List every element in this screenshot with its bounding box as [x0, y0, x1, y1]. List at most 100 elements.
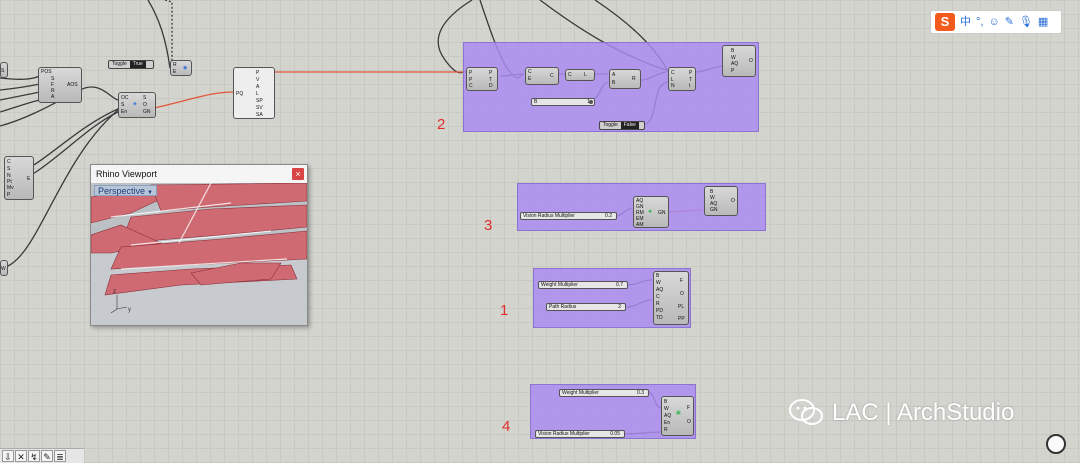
mid-left-input-4: Mv — [7, 185, 14, 191]
g2-c5-in-0: C — [671, 70, 675, 76]
toolbox-icon[interactable]: ▦ — [1038, 15, 1048, 29]
g2-toggle-label: Toggle — [603, 122, 618, 128]
agent-input-4: A — [51, 94, 55, 100]
g3-c1-out: GN — [658, 210, 666, 216]
viewport-scene[interactable]: z y — [91, 183, 307, 325]
g1-out-0: F — [680, 278, 684, 284]
g4-slider-vision-radius[interactable]: Vision Radius Multiplier 0.05 — [535, 430, 625, 438]
g1-in-2: AQ — [656, 287, 664, 293]
mid-left-component[interactable]: C S N Pt Mv P E — [4, 156, 34, 200]
g2-slider-knob[interactable] — [589, 100, 593, 104]
g4-in-1: W — [664, 406, 669, 412]
group-number-2: 2 — [437, 116, 446, 133]
download-icon[interactable]: ⇩ — [2, 450, 14, 462]
sogou-logo-icon[interactable]: S — [935, 13, 955, 31]
close-icon[interactable]: × — [292, 168, 304, 180]
agent-input-0: POS — [41, 69, 52, 75]
g4-avoid-component[interactable]: B W AQ En R ▣ F O — [661, 396, 694, 436]
g2-c1-in-0: P — [469, 70, 473, 76]
close-canvas-icon[interactable]: ✕ — [15, 450, 27, 462]
edge-component-bottom[interactable]: W — [0, 260, 8, 276]
output-input: PQ — [236, 91, 244, 97]
group-number-3: 3 — [484, 217, 493, 234]
g3-vision-component[interactable]: AQ GN RM EM AM ✚ GN — [633, 196, 669, 228]
viewport-titlebar[interactable]: Rhino Viewport — [91, 165, 307, 183]
mid-left-input-0: C — [7, 159, 11, 165]
mid-left-output: E — [27, 176, 31, 182]
g1-out-2: PL — [678, 304, 685, 310]
g2-multiply-component[interactable]: A B R — [609, 69, 641, 89]
brush-icon[interactable]: ✎ — [41, 450, 53, 462]
g3-c1-in-4: AM — [636, 222, 644, 228]
navigation-orb-icon[interactable] — [1046, 434, 1066, 454]
g2-toggle-value[interactable]: False — [620, 122, 639, 129]
g2-behavior-component[interactable]: B W AQ P O — [722, 45, 756, 77]
g4-slider1-label: Weight Multiplier — [562, 390, 599, 396]
g1-in-5: PD — [656, 308, 663, 314]
g2-c3-label-0: C — [568, 72, 572, 78]
g1-slider-path-radius[interactable]: Path Radius 2 — [546, 303, 626, 311]
output-pin-1: V — [256, 77, 260, 83]
g2-divide-component[interactable]: C L N P T t — [668, 67, 696, 91]
g1-in-0: B — [656, 273, 660, 279]
g1-slider-weight[interactable]: Weight Multiplier 0.7 — [538, 281, 628, 289]
output-pin-4: SP — [256, 98, 263, 104]
group-number-1: 1 — [500, 302, 509, 319]
viewer-component[interactable]: OC S En S O GN ◈ — [118, 92, 156, 118]
output-pin-0: P — [256, 70, 260, 76]
g3-behavior-component[interactable]: B W AQ GN O — [704, 186, 738, 216]
g2-c6-in-0: B — [731, 48, 735, 54]
edge-component-top[interactable]: S — [0, 62, 8, 78]
wire-icon[interactable]: ↯ — [28, 450, 40, 462]
g2-slider[interactable]: B 1 — [531, 98, 595, 106]
g1-slider1-value: 0.7 — [616, 282, 623, 288]
group-2[interactable]: P P C P T D C E C C L A B R C L N P T t — [463, 42, 759, 132]
g4-slider-weight[interactable]: Weight Multiplier 0.3 — [559, 389, 649, 397]
rhino-viewport-window[interactable]: Rhino Viewport × z y Perspective ▼ — [90, 164, 308, 326]
output-pin-6: SA — [256, 112, 263, 118]
g4-slider1-value: 0.3 — [637, 390, 644, 396]
toggle-true-value[interactable]: True — [129, 61, 146, 68]
g2-toggle-false[interactable]: Toggle False — [599, 121, 645, 130]
group-number-4: 4 — [502, 418, 511, 435]
g2-slider-label: B — [534, 99, 538, 105]
viewer-input-1: S — [121, 102, 125, 108]
ime-toolbar[interactable]: S 中 °, ☺ ✎ 🎙 ▦ — [930, 10, 1062, 34]
g2-explode-component[interactable]: C E C — [525, 67, 559, 85]
g2-curve-component[interactable]: P P C P T D — [466, 67, 498, 91]
g3-slider-vision-radius[interactable]: Vision Radius Multiplier 0.2 — [520, 212, 617, 220]
ime-language[interactable]: 中 — [960, 15, 971, 29]
viewport-mode-label: Perspective — [98, 186, 146, 196]
output-pin-3: L — [256, 91, 259, 97]
g4-in-4: R — [664, 427, 668, 433]
eye-icon: ◉ — [183, 65, 188, 71]
output-component[interactable]: PQ P V A L SP SV SA — [233, 67, 275, 119]
group-4[interactable]: Weight Multiplier 0.3 Vision Radius Mult… — [530, 384, 696, 439]
canvas-bottom-toolbar: ⇩ ✕ ↯ ✎ ≣ — [0, 448, 84, 463]
group-1[interactable]: Weight Multiplier 0.7 Path Radius 2 B W … — [533, 268, 691, 328]
g2-c4-in-1: B — [612, 80, 616, 86]
viewport-mode-dropdown[interactable]: Perspective ▼ — [94, 185, 157, 196]
skin-icon[interactable]: ✎ — [1005, 15, 1014, 29]
toggle-true[interactable]: Toggle True — [108, 60, 154, 69]
microphone-icon[interactable]: 🎙 — [1019, 15, 1033, 29]
viewer-input-0: OC — [121, 95, 129, 101]
levels-icon[interactable]: ≣ — [54, 450, 66, 462]
emoji-icon[interactable]: ☺ — [988, 15, 999, 29]
punctuation-icon[interactable]: °, — [976, 15, 983, 29]
agent-component[interactable]: POS S F R A AOS — [38, 67, 82, 103]
g2-c6-in-2: AQ — [731, 61, 739, 67]
watermark-text: LAC | ArchStudio — [832, 399, 1015, 426]
g4-in-0: B — [664, 399, 668, 405]
mini-pin-r: R — [173, 62, 177, 68]
g4-avoid-icon: ▣ — [676, 410, 681, 416]
wechat-icon — [789, 399, 823, 425]
mid-left-input-1: S — [7, 166, 11, 172]
group-3[interactable]: Vision Radius Multiplier 0.2 AQ GN RM EM… — [517, 183, 766, 231]
g2-c6-out: O — [749, 58, 753, 64]
g2-length-component[interactable]: C L — [565, 69, 595, 81]
g1-in-6: TD — [656, 315, 663, 321]
mini-component[interactable]: R E ◉ — [170, 60, 192, 76]
g1-path-component[interactable]: B W AQ C R PD TD F O PL PP — [653, 271, 689, 325]
mid-left-input-5: P — [7, 192, 11, 198]
